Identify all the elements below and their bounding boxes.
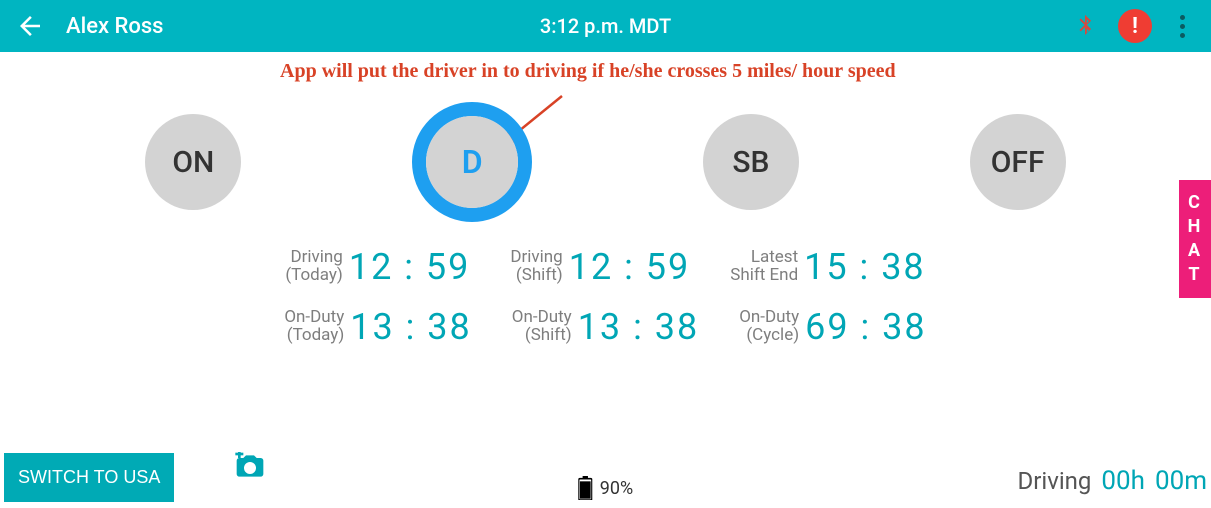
chat-letter: H [1188,218,1203,236]
bluetooth-glyph-icon [1074,11,1096,37]
dot-icon [1180,15,1185,20]
chat-letter: T [1188,266,1201,284]
bottom-bar: SWITCH TO USA 90% Driving 00h 00m [0,444,1211,508]
time-value: 12 : 59 [349,246,471,288]
time-block: Latest Shift End 15 : 38 [730,246,925,288]
alert-badge[interactable]: ! [1118,9,1152,43]
status-d-ring: D [412,102,532,222]
driving-minutes: 00m [1155,466,1207,496]
driving-hours: 00h [1101,466,1145,496]
header-clock: 3:12 p.m. MDT [540,14,671,38]
status-d-button[interactable]: D [426,116,518,208]
time-value: 13 : 38 [578,306,700,348]
time-value: 15 : 38 [804,246,926,288]
time-block: On-Duty (Cycle) 69 : 38 [739,306,926,348]
time-label: On-Duty (Shift) [512,309,572,345]
time-label-line2: (Cycle) [739,327,799,345]
battery-pct: 90% [600,478,633,499]
status-d-wrap: D [412,102,532,222]
camera-add-icon [234,452,266,480]
time-label: Driving (Today) [285,249,343,285]
battery-icon [578,476,592,500]
status-on-button[interactable]: ON [145,114,241,210]
time-label-line2: (Shift) [510,267,562,285]
times-row-1: Driving (Today) 12 : 59 Driving (Shift) … [285,246,925,288]
driving-label: Driving [1018,467,1092,495]
status-sb-button[interactable]: SB [703,114,799,210]
driver-name: Alex Ross [66,14,164,39]
annotation-text: App will put the driver in to driving if… [280,60,896,83]
time-label: On-Duty (Cycle) [739,309,799,345]
back-button[interactable] [8,11,52,41]
status-off-button[interactable]: OFF [970,114,1066,210]
time-label-line2: (Today) [284,327,344,345]
times-grid: Driving (Today) 12 : 59 Driving (Shift) … [0,246,1211,348]
time-value: 13 : 38 [350,306,472,348]
dot-icon [1180,24,1185,29]
time-value: 69 : 38 [805,306,927,348]
app-header: Alex Ross 3:12 p.m. MDT ! [0,0,1211,52]
time-label: Driving (Shift) [510,249,562,285]
chat-letter: C [1188,194,1202,212]
time-block: On-Duty (Shift) 13 : 38 [512,306,699,348]
time-label-line2: (Today) [285,267,343,285]
time-label: On-Duty (Today) [284,309,344,345]
overflow-menu[interactable] [1174,9,1191,44]
battery-status: 90% [578,476,633,500]
time-value: 12 : 59 [569,246,691,288]
chat-tab[interactable]: C H A T [1179,180,1211,298]
back-arrow-icon [15,11,45,41]
switch-country-button[interactable]: SWITCH TO USA [4,453,174,502]
exclamation-icon: ! [1132,14,1138,39]
time-label-line2: Shift End [730,267,798,285]
time-block: Driving (Today) 12 : 59 [285,246,470,288]
chat-letter: A [1188,242,1202,260]
bluetooth-icon[interactable] [1074,11,1096,41]
time-block: Driving (Shift) 12 : 59 [510,246,690,288]
driving-status: Driving 00h 00m [1018,466,1208,496]
time-label: Latest Shift End [730,249,798,285]
header-actions: ! [1074,9,1203,44]
camera-button[interactable] [234,452,266,484]
times-row-2: On-Duty (Today) 13 : 38 On-Duty (Shift) … [284,306,926,348]
dot-icon [1180,33,1185,38]
status-row: ON D SB OFF [0,102,1211,222]
time-block: On-Duty (Today) 13 : 38 [284,306,471,348]
time-label-line2: (Shift) [512,327,572,345]
